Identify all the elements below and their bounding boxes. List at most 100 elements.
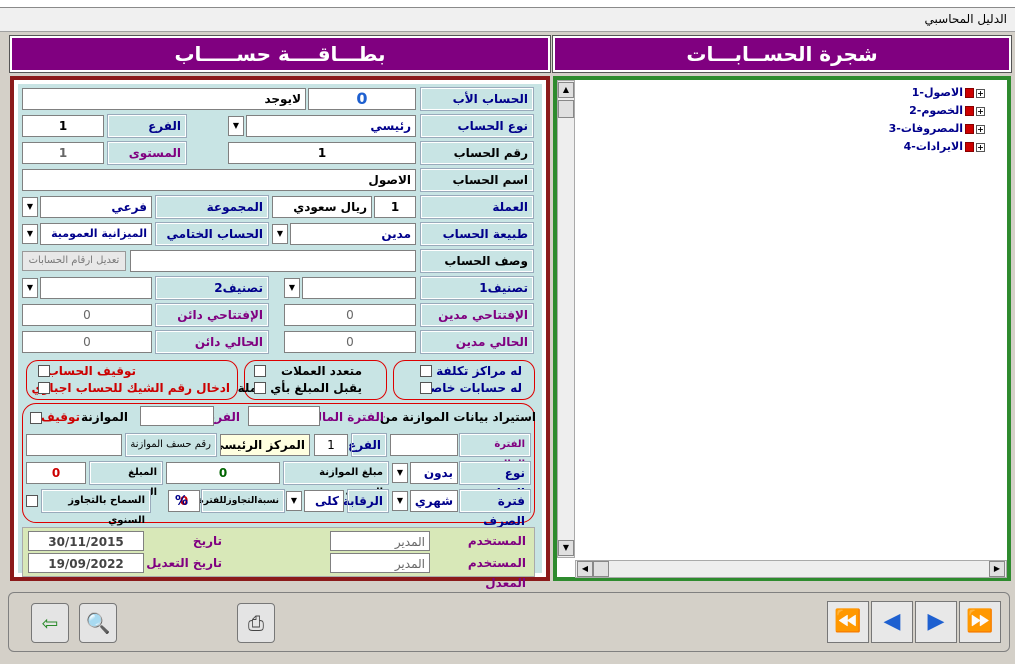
branch-label: الفرع — [107, 114, 187, 138]
account-name-field[interactable]: الاصول — [22, 169, 416, 191]
entry-date-field: 30/11/2015 — [28, 531, 144, 551]
tree-node[interactable]: +المصروفات-3 — [889, 122, 985, 135]
opening-credit-field[interactable]: 0 — [22, 304, 152, 326]
budget-reserved-label: المبلغ المحجوز — [89, 461, 163, 498]
previous-record-icon[interactable]: ◀ — [871, 601, 913, 643]
hscroll-thumb[interactable] — [593, 561, 609, 577]
budget-branch2-field[interactable]: 1 — [314, 434, 348, 456]
current-debit-label: الحالي مدين — [420, 330, 534, 354]
edit-date-label: تاريخ التعديل — [146, 553, 226, 575]
budget-allow-checkbox[interactable] — [26, 495, 38, 507]
accounts-tree-panel[interactable]: +الاصول-1 +الخصوم-2 +المصروفات-3 +الايرا… — [553, 76, 1011, 581]
opening-debit-label: الإفتتاحي مدين — [420, 303, 534, 327]
expand-icon[interactable]: + — [976, 106, 985, 116]
budget-import-label: استيراد بيانات الموازنة من — [379, 410, 536, 424]
card-header: بطـــاقــــة حســـــاب — [9, 35, 551, 73]
final-account-label: الحساب الختامي — [155, 222, 269, 246]
stop-account-checkbox[interactable] — [38, 365, 50, 377]
budget-percent-sign: % — [174, 494, 188, 509]
parent-name-field: لايوجد — [22, 88, 306, 110]
printer-icon[interactable]: ⎙ — [237, 603, 275, 643]
entry-date-label: تاريخ الإدخال — [146, 531, 226, 568]
horizontal-scrollbar[interactable] — [575, 560, 1007, 578]
budget-exceed-label: نسبةالتجاوزللفترة — [198, 489, 285, 513]
class1-select[interactable] — [302, 277, 416, 299]
check-required-checkbox[interactable] — [38, 382, 50, 394]
budget-period-select[interactable]: شهري — [410, 490, 458, 512]
budget-annual-label: مبلغ الموازنة السنوية — [283, 461, 389, 498]
budget-type-dropdown-icon[interactable]: ▼ — [392, 463, 408, 483]
account-type-dropdown-icon[interactable]: ▼ — [228, 116, 244, 136]
account-description-field[interactable] — [130, 250, 416, 272]
scroll-right-icon[interactable]: ▶ — [989, 561, 1005, 577]
account-name-label: اسم الحساب — [420, 168, 534, 192]
class2-select[interactable] — [40, 277, 152, 299]
budget-type-select[interactable]: بدون — [410, 462, 458, 484]
branch-field[interactable]: 1 — [22, 115, 104, 137]
level-label: المستوى — [107, 141, 187, 165]
final-account-select[interactable]: الميزانية العمومية — [40, 223, 152, 245]
scroll-up-icon[interactable]: ▲ — [558, 82, 574, 98]
budget-control-select[interactable]: كلى — [304, 490, 344, 512]
current-credit-field: 0 — [22, 331, 152, 353]
edit-account-numbers-button[interactable]: تعديل ارقام الحسابات — [22, 251, 126, 271]
class1-dropdown-icon[interactable]: ▼ — [284, 278, 300, 298]
special-accounts-checkbox[interactable] — [420, 382, 432, 394]
multi-currency-checkbox[interactable] — [254, 365, 266, 377]
current-debit-field: 0 — [284, 331, 416, 353]
account-number-label: رقم الحساب — [420, 141, 534, 165]
budget-label: الموازنة — [81, 410, 128, 424]
scroll-thumb[interactable] — [558, 100, 574, 118]
next-record-icon[interactable]: ▶ — [915, 601, 957, 643]
account-nature-dropdown-icon[interactable]: ▼ — [272, 224, 288, 244]
budget-allow-label: السماح بالتجاوز السنوي — [41, 489, 151, 526]
edit-date-field: 19/09/2022 — [28, 553, 144, 573]
budget-control-dropdown-icon[interactable]: ▼ — [286, 491, 302, 511]
browser-top-strip — [0, 0, 1015, 8]
cost-centers-checkbox[interactable] — [420, 365, 432, 377]
edit-user-label: المستخدم المعدل — [432, 553, 530, 590]
tree-node[interactable]: +الايرادات-4 — [904, 140, 985, 153]
budget-stop-checkbox[interactable] — [30, 412, 42, 424]
budget-fiscal2-field[interactable] — [390, 434, 458, 456]
vertical-scrollbar[interactable] — [557, 80, 575, 558]
print-preview-icon[interactable]: 🔍 — [79, 603, 117, 643]
tree-header: شجرة الحســابـــات — [552, 35, 1012, 73]
account-nature-select[interactable]: مدين — [290, 223, 416, 245]
last-record-icon[interactable]: ⏩ — [959, 601, 1001, 643]
any-currency-checkbox[interactable] — [254, 382, 266, 394]
opening-debit-field[interactable]: 0 — [284, 304, 416, 326]
account-type-select[interactable]: رئيسي — [246, 115, 416, 137]
budget-period-dropdown-icon[interactable]: ▼ — [392, 491, 408, 511]
scroll-down-icon[interactable]: ▼ — [558, 540, 574, 556]
account-number-field[interactable]: 1 — [228, 142, 416, 164]
final-account-dropdown-icon[interactable]: ▼ — [22, 224, 38, 244]
account-description-label: وصف الحساب — [420, 249, 534, 273]
class2-dropdown-icon[interactable]: ▼ — [22, 278, 38, 298]
budget-stop-label: توقيف — [40, 410, 80, 424]
parent-code-field[interactable]: 0 — [308, 88, 416, 110]
budget-annual-field[interactable]: 0 — [166, 462, 280, 484]
group-select[interactable]: فرعي — [40, 196, 152, 218]
scroll-left-icon[interactable]: ◀ — [577, 561, 593, 577]
budget-row-label: رقم حسف الموازنة — [125, 433, 217, 457]
entry-user-field: المدير — [330, 531, 430, 551]
group-dropdown-icon[interactable]: ▼ — [22, 197, 38, 217]
expand-icon[interactable]: + — [976, 124, 985, 134]
folder-icon — [965, 88, 974, 98]
budget-row-field[interactable] — [26, 434, 122, 456]
budget-fiscal-field[interactable] — [248, 406, 320, 426]
currency-code-field[interactable]: 1 — [374, 196, 416, 218]
tree-node[interactable]: +الاصول-1 — [912, 86, 985, 99]
first-record-icon[interactable]: ⏪ — [827, 601, 869, 643]
class1-label: تصنيف1 — [420, 276, 534, 300]
opening-credit-label: الإفتتاحي دائن — [155, 303, 269, 327]
budget-branch-field[interactable] — [140, 406, 214, 426]
budget-center-field: المركز الرئيسي — [220, 434, 310, 456]
budget-fiscal2-label: الفترة المالية — [459, 433, 531, 470]
tree-node[interactable]: +الخصوم-2 — [909, 104, 985, 117]
expand-icon[interactable]: + — [976, 142, 985, 152]
exit-icon[interactable]: ⇦ — [31, 603, 69, 643]
window-title: الدليل المحاسبي — [924, 12, 1007, 26]
expand-icon[interactable]: + — [976, 88, 985, 98]
